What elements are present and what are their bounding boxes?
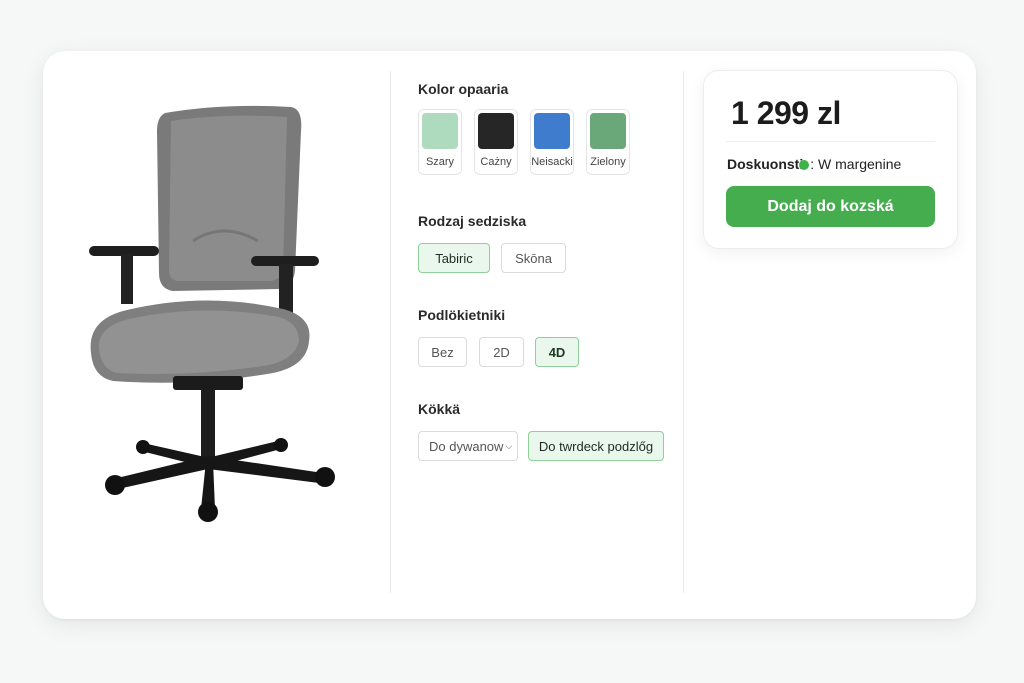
product-image	[73, 91, 363, 531]
color-swatch-szary[interactable]: Szary	[418, 109, 462, 175]
availability: Doskuonsti : W margenine	[727, 156, 901, 172]
color-chip	[478, 113, 514, 149]
color-swatch-niebieski[interactable]: Neisacki	[530, 109, 574, 175]
wheels-dropdown[interactable]: Do dywanow ⌵	[418, 431, 518, 461]
armrest-choice-2d[interactable]: 2D	[479, 337, 524, 367]
swatch-label: Szary	[425, 156, 455, 168]
wheels-dropdown-value: Do dywanow	[429, 438, 504, 454]
swatch-label: Cażny	[480, 156, 512, 168]
column-divider-left	[390, 71, 391, 593]
availability-value: : W margenine	[810, 156, 902, 172]
availability-label: Doskuonsti	[727, 156, 804, 172]
chevron-down-icon: ⌵	[505, 440, 513, 451]
seat-choice-skona[interactable]: Skōna	[501, 243, 566, 273]
seat-choice-tabiric[interactable]: Tabiric	[418, 243, 490, 273]
armrest-choice-bez[interactable]: Bez	[418, 337, 467, 367]
price-divider	[726, 141, 935, 142]
wheels-option-title: Kökkä	[418, 401, 461, 417]
color-option-title: Kolor opaaria	[418, 81, 509, 97]
color-chip	[422, 113, 458, 149]
add-to-cart-button[interactable]: Dodaj do kozská	[726, 186, 935, 227]
swatch-label: Zielony	[590, 156, 626, 168]
color-chip	[590, 113, 626, 149]
armrests-option-title: Podlökietniki	[418, 307, 506, 323]
availability-status-dot-icon	[799, 160, 810, 170]
color-chip	[534, 113, 570, 149]
swatch-label: Neisacki	[531, 156, 573, 168]
color-swatch-czarny[interactable]: Cażny	[474, 109, 518, 175]
price: 1 299 zl	[731, 95, 841, 131]
armrest-choice-4d[interactable]: 4D	[535, 337, 579, 367]
color-swatch-zielony[interactable]: Zielony	[586, 109, 630, 175]
wheels-choice-hard-floor[interactable]: Do twrdeck podzlőg	[528, 431, 664, 461]
purchase-box: 1 299 zl Doskuonsti : W margenine Dodaj d…	[703, 70, 958, 249]
column-divider-right	[683, 71, 684, 593]
product-configurator-card: Kolor opaaria Szary Cażny Neisacki Zielo…	[43, 51, 976, 619]
seat-option-title: Rodzaj sedziska	[418, 213, 527, 229]
office-chair-illustration	[89, 105, 335, 522]
